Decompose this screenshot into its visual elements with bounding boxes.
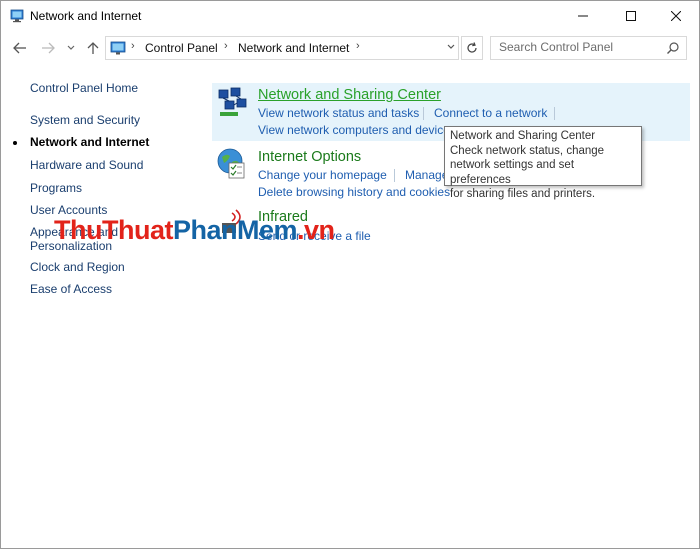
active-indicator (13, 141, 17, 145)
task-separator (423, 107, 424, 120)
tooltip-line: network settings and set preferences (450, 159, 575, 186)
search-box[interactable] (490, 36, 687, 60)
control-panel-window: Network and Internet › Control Panel › N… (0, 0, 700, 549)
sidebar-item-network-and-internet: Network and Internet (30, 135, 150, 149)
breadcrumb-network-and-internet[interactable]: Network and Internet (238, 41, 349, 55)
window-title: Network and Internet (30, 9, 142, 23)
task-separator (394, 169, 395, 182)
delete-browsing-history-link[interactable]: Delete browsing history and cookies (258, 185, 450, 199)
view-network-status-link[interactable]: View network status and tasks (258, 106, 419, 120)
refresh-icon (467, 42, 477, 53)
maximize-button[interactable] (608, 1, 654, 31)
close-button[interactable] (653, 1, 699, 31)
control-panel-icon (110, 41, 126, 55)
back-button[interactable] (10, 38, 30, 58)
sidebar-item-hardware-and-sound[interactable]: Hardware and Sound (30, 158, 143, 172)
breadcrumb-separator[interactable]: › (224, 40, 228, 52)
tooltip-title: Network and Sharing Center (450, 130, 596, 142)
watermark-part-1: ThuThuat (54, 215, 173, 245)
tooltip-line: Check network status, change (450, 144, 605, 157)
forward-button[interactable] (38, 38, 58, 58)
chevron-down-icon (67, 45, 75, 50)
search-icon[interactable] (666, 41, 680, 55)
sidebar-item-ease-of-access[interactable]: Ease of Access (30, 282, 112, 296)
breadcrumb-separator[interactable]: › (356, 40, 360, 52)
task-separator (554, 107, 555, 120)
sidebar-item-clock-and-region[interactable]: Clock and Region (30, 260, 125, 274)
refresh-button[interactable] (461, 36, 483, 60)
internet-options-link[interactable]: Internet Options (258, 149, 361, 165)
up-button[interactable] (83, 38, 103, 58)
control-panel-icon (10, 9, 24, 23)
search-input[interactable] (491, 37, 669, 57)
breadcrumb-control-panel[interactable]: Control Panel (145, 41, 218, 55)
watermark: ThuThuatPhanMem.vn (54, 215, 335, 246)
watermark-part-3: .vn (297, 215, 335, 245)
tooltip-line: for sharing files and printers. (450, 188, 596, 201)
tooltip: Network and Sharing Center Check network… (444, 126, 642, 200)
recent-locations-button[interactable] (64, 38, 78, 58)
minimize-icon (578, 15, 588, 17)
sidebar-item-programs[interactable]: Programs (30, 181, 82, 195)
network-sharing-icon (218, 87, 247, 116)
up-arrow-icon (87, 42, 99, 54)
connect-to-network-link[interactable]: Connect to a network (434, 106, 547, 120)
close-icon (671, 11, 681, 21)
maximize-icon (626, 11, 636, 21)
forward-arrow-icon (42, 42, 55, 54)
internet-options-icon (217, 148, 245, 179)
address-dropdown-icon[interactable] (447, 44, 455, 50)
watermark-part-2: PhanMem (172, 215, 298, 245)
title-bar[interactable]: Network and Internet (1, 1, 699, 31)
network-sharing-center-link[interactable]: Network and Sharing Center (258, 87, 441, 103)
change-homepage-link[interactable]: Change your homepage (258, 168, 387, 182)
address-bar[interactable]: › Control Panel › Network and Internet › (105, 36, 459, 60)
sidebar-item-system-and-security[interactable]: System and Security (30, 113, 140, 127)
breadcrumb-separator: › (131, 40, 135, 52)
back-arrow-icon (13, 42, 26, 54)
minimize-button[interactable] (560, 1, 606, 31)
view-network-computers-link[interactable]: View network computers and devices (258, 123, 456, 137)
sidebar-control-panel-home[interactable]: Control Panel Home (30, 81, 138, 95)
